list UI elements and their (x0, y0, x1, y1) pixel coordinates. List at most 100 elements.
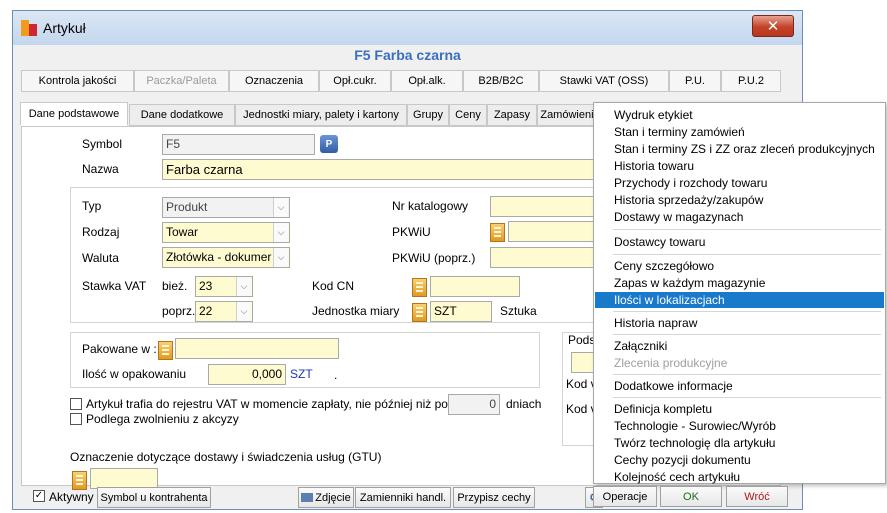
menu-item-zalaczniki[interactable]: Załączniki (595, 338, 884, 354)
tab-ceny[interactable]: Ceny (449, 104, 487, 126)
menu-item-historia-towaru[interactable]: Historia towaru (595, 158, 884, 174)
aktywny-checkbox[interactable]: ✓ (33, 490, 45, 502)
tab-paczka-paleta: Paczka/Paleta (134, 70, 229, 92)
nazwa-label: Nazwa (82, 162, 119, 176)
menu-separator (613, 229, 881, 230)
vat-poprz-select[interactable]: 22 ⌵ (195, 301, 253, 322)
tab-dane-podstawowe[interactable]: Dane podstawowe (20, 102, 128, 126)
pakowane-picker-icon[interactable] (158, 341, 173, 360)
podst-label: Pods (568, 333, 596, 347)
kod-cn-picker-icon[interactable] (412, 278, 427, 297)
tab-oznaczenia[interactable]: Oznaczenia (229, 70, 319, 92)
menu-item-zapas-magazyn[interactable]: Zapas w każdym magazynie (595, 275, 884, 291)
symbol-kontrahenta-button[interactable]: Symbol u kontrahenta (97, 487, 211, 508)
jm-description: Sztuka (500, 304, 537, 318)
menu-item-dostawcy[interactable]: Dostawcy towaru (595, 234, 884, 250)
operations-menu: Wydruk etykiet Stan i terminy zamówień S… (593, 102, 886, 484)
rodzaj-value: Towar (166, 225, 199, 239)
rodzaj-select[interactable]: Towar ⌵ (162, 222, 290, 243)
tab-opl-cukr[interactable]: Opł.cukr. (319, 70, 391, 92)
ilosc-unit: SZT (290, 367, 313, 381)
chevron-down-icon: ⌵ (273, 223, 288, 242)
jm-field[interactable]: SZT (430, 301, 492, 322)
vat-biez-select[interactable]: 23 ⌵ (195, 276, 253, 297)
menu-item-historia-napraw[interactable]: Historia napraw (595, 315, 884, 331)
pakowane-label: Pakowane w : (82, 342, 157, 356)
waluta-label: Waluta (82, 251, 119, 265)
menu-separator (613, 397, 881, 398)
akcyza-checkbox[interactable] (70, 413, 82, 425)
tab-stawki-vat-oss[interactable]: Stawki VAT (OSS) (539, 70, 669, 92)
symbol-generator-icon[interactable]: P (320, 135, 338, 153)
akcyza-label: Podlega zwolnieniu z akcyzy (86, 412, 239, 426)
chevron-down-icon: ⌵ (236, 302, 251, 321)
menu-item-przychody-rozchody[interactable]: Przychody i rozchody towaru (595, 175, 884, 191)
ilosc-field[interactable]: 0,000 (208, 364, 286, 385)
przypisz-cechy-button[interactable]: Przypisz cechy (453, 487, 535, 508)
nazwa-field[interactable]: Farba czarna (162, 159, 602, 180)
gtu-picker-icon[interactable] (72, 471, 87, 490)
gtu-field[interactable] (90, 468, 158, 489)
menu-item-historia-sprzedazy[interactable]: Historia sprzedaży/zakupów (595, 192, 884, 208)
tab-pu[interactable]: P.U. (669, 70, 721, 92)
menu-item-tworz-technologie[interactable]: Twórz technologię dla artykułu (595, 435, 884, 451)
vat-days-field[interactable]: 0 (448, 394, 500, 415)
tab-kontrola-jakosci[interactable]: Kontrola jakości (21, 70, 134, 92)
close-button[interactable]: ✕ (752, 15, 794, 37)
window-title: Artykuł (43, 20, 86, 36)
tab-b2b-b2c[interactable]: B2B/B2C (463, 70, 539, 92)
zamienniki-button[interactable]: Zamienniki handl. (355, 487, 451, 508)
symbol-field[interactable]: F5 (162, 134, 315, 155)
menu-item-dodatkowe-informacje[interactable]: Dodatkowe informacje (595, 378, 884, 394)
menu-item-ilosci-lokalizacje[interactable]: Ilości w lokalizacjach (595, 292, 884, 308)
biez-label: bież. (162, 279, 188, 293)
chevron-down-icon: ⌵ (273, 248, 288, 267)
app-icon (21, 20, 37, 36)
menu-item-cechy-pozycji[interactable]: Cechy pozycji dokumentu (595, 452, 884, 468)
poprz-label: poprz. (162, 304, 196, 318)
pkwiu-label: PKWiU (392, 225, 431, 239)
vat-payment-checkbox[interactable] (70, 398, 82, 410)
tab-grupy[interactable]: Grupy (407, 104, 449, 126)
menu-item-wydruk-etykiet[interactable]: Wydruk etykiet (595, 107, 884, 123)
vat-biez-value: 23 (199, 279, 213, 293)
waluta-select[interactable]: Złotówka - dokumer ⌵ (162, 247, 290, 268)
pkwiu-picker-icon[interactable] (490, 223, 505, 242)
menu-item-stan-zamowien[interactable]: Stan i terminy zamówień (595, 124, 884, 140)
menu-item-ceny-szczegolowo[interactable]: Ceny szczegółowo (595, 258, 884, 274)
kod-cn-label: Kod CN (312, 279, 355, 293)
menu-separator (613, 254, 881, 255)
typ-select[interactable]: Produkt ⌵ (162, 197, 290, 218)
zdjecie-label: Zdjęcie (315, 491, 351, 504)
article-subtitle: F5 Farba czarna (354, 47, 461, 63)
wroc-button[interactable]: Wróć (726, 486, 788, 507)
pakowane-field[interactable] (175, 338, 339, 359)
pkwiu-poprz-field[interactable] (490, 247, 602, 268)
title-bar: Artykuł ✕ (13, 11, 802, 45)
tab-dane-dodatkowe[interactable]: Dane dodatkowe (129, 104, 235, 126)
menu-item-stan-zs-zz[interactable]: Stan i terminy ZS i ZZ oraz zleceń produ… (595, 141, 884, 157)
tab-zapasy[interactable]: Zapasy (487, 104, 537, 126)
menu-item-kolejnosc-cech[interactable]: Kolejność cech artykułu (595, 469, 884, 485)
pkwiu-poprz-label: PKWiU (poprz.) (392, 251, 476, 265)
tab-jednostki-miary[interactable]: Jednostki miary, palety i kartony (235, 104, 407, 126)
tab-pu2[interactable]: P.U.2 (721, 70, 781, 92)
ilosc-label: Ilość w opakowaniu (82, 367, 187, 381)
menu-item-definicja-kompletu[interactable]: Definicja kompletu (595, 401, 884, 417)
menu-separator (613, 311, 881, 312)
tab-opl-alk[interactable]: Opł.alk. (391, 70, 463, 92)
symbol-label: Symbol (82, 137, 123, 151)
pkwiu-field[interactable] (508, 221, 602, 242)
zdjecie-button[interactable]: Zdjęcie (298, 487, 354, 508)
menu-item-technologie[interactable]: Technologie - Surowiec/Wyrób (595, 418, 884, 434)
menu-item-dostawy[interactable]: Dostawy w magazynach (595, 209, 884, 225)
gtu-label: Oznaczenie dotyczące dostawy i świadczen… (70, 450, 382, 464)
operacje-button[interactable]: Operacje (593, 486, 657, 507)
ok-button[interactable]: OK (660, 486, 722, 507)
jm-picker-icon[interactable] (412, 303, 427, 322)
nr-katalogowy-field[interactable] (490, 196, 602, 217)
kod-cn-field[interactable] (430, 276, 520, 297)
jm-label: Jednostka miary (312, 304, 400, 318)
vat-payment-label: Artykuł trafia do rejestru VAT w momenci… (86, 397, 448, 411)
typ-label: Typ (82, 199, 102, 213)
